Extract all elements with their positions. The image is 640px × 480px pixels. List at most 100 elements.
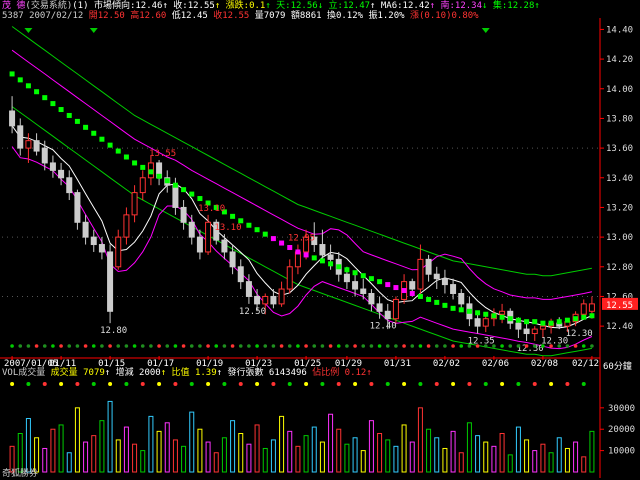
x-tick-label-4: 01/19 [196, 359, 223, 369]
marker-dot-46 [385, 344, 390, 348]
trend-dot-55 [458, 307, 464, 313]
marker-dot-11 [100, 344, 104, 348]
candle-16 [139, 170, 146, 201]
candle-body-70 [580, 303, 587, 315]
volume-bar-34 [287, 430, 293, 473]
volume-signal-dot-34 [287, 382, 292, 386]
marker-dot-17 [149, 344, 153, 348]
trend-dot-23 [197, 196, 203, 202]
candle-body-52 [433, 273, 440, 280]
volume-bar-23 [197, 428, 203, 473]
trend-dot-7 [66, 112, 72, 118]
candle-body-10 [90, 236, 97, 246]
trend-dot-4 [42, 95, 48, 101]
trend-dot-58 [483, 311, 489, 317]
candle-body-26 [221, 239, 228, 253]
volume-bar-69 [573, 441, 579, 473]
candle-34 [286, 259, 293, 294]
volume-bar-5 [50, 428, 56, 473]
trend-dot-3 [34, 89, 40, 95]
price-tick-label-8: 12.80 [606, 263, 633, 273]
candle-14 [123, 207, 130, 245]
trend-dot-19 [164, 178, 170, 184]
trend-dot-45 [377, 279, 383, 285]
volume-signal-dot-62 [516, 382, 521, 386]
candle-body-28 [237, 266, 244, 283]
volume-bar-19 [164, 422, 170, 473]
marker-dot-6 [59, 344, 63, 348]
candle-body-45 [376, 303, 383, 312]
volume-bar-57 [475, 435, 481, 473]
stock-chart[interactable]: 14.40 14.20 14.00 13.80 13.60 13.40 13.20 13.00… [0, 0, 640, 480]
candle-body-8 [74, 192, 81, 223]
candle-body-0 [9, 110, 16, 127]
price-annotation-3: 12.50 [239, 307, 266, 317]
candle-33 [278, 281, 285, 307]
marker-dot-67 [557, 344, 562, 348]
marker-dot-70 [581, 344, 586, 348]
volume-bar-15 [132, 443, 138, 473]
marker-dot-9 [83, 344, 88, 348]
candle-13 [115, 229, 122, 270]
candle-body-38 [319, 244, 326, 256]
marker-dot-42 [353, 344, 357, 348]
volume-signal-dot-40 [336, 382, 341, 386]
trend-dot-34 [287, 245, 293, 251]
price-annotation-4: 13.10 [198, 204, 225, 214]
candle-body-15 [131, 192, 138, 216]
candle-23 [196, 229, 203, 260]
candle-6 [58, 162, 65, 186]
period-label[interactable]: 60分鐘 [603, 359, 632, 372]
volume-bar-8 [74, 407, 80, 473]
volume-bar-68 [564, 447, 570, 473]
trend-dot-21 [181, 187, 187, 193]
marker-dot-59 [492, 344, 496, 348]
marker-dot-34 [287, 344, 292, 348]
marker-dot-33 [279, 344, 284, 348]
volume-bar-25 [213, 452, 219, 473]
trend-dot-15 [132, 160, 138, 166]
trend-dot-49 [409, 290, 415, 296]
volume-bar-50 [417, 407, 423, 473]
x-tick-label-7: 01/29 [335, 359, 362, 369]
marker-dot-60 [500, 344, 504, 348]
volume-bar-4 [42, 447, 48, 473]
trend-dot-6 [58, 107, 64, 113]
marker-dot-47 [394, 344, 398, 348]
candle-body-22 [188, 221, 195, 238]
candle-body-23 [196, 236, 203, 253]
volume-signal-dot-24 [206, 382, 211, 386]
x-tick-label-9: 02/02 [433, 359, 460, 369]
trend-dot-13 [115, 148, 121, 154]
volume-signal-dot-70 [581, 382, 586, 386]
volume-signal-dot-46 [385, 382, 390, 386]
marker-dot-57 [475, 344, 480, 348]
candle-body-47 [392, 298, 399, 320]
price-tick-label-3: 13.80 [606, 114, 633, 124]
trend-dot-48 [401, 288, 407, 294]
volume-bar-18 [156, 430, 162, 473]
marker-dot-4 [42, 344, 47, 348]
volume-bar-28 [238, 433, 244, 473]
trend-dot-65 [540, 320, 546, 326]
x-tick-label-3: 01/17 [147, 359, 174, 369]
trend-dot-54 [450, 305, 456, 311]
volume-bar-59 [491, 445, 497, 473]
marker-dot-24 [206, 344, 210, 348]
candle-body-71 [588, 303, 595, 312]
volume-signal-dot-22 [189, 382, 194, 386]
candle-35 [294, 244, 301, 275]
volume-bar-10 [91, 435, 97, 473]
marker-dot-68 [565, 344, 570, 348]
marker-dot-7 [67, 344, 72, 348]
volume-bar-30 [254, 424, 260, 473]
trend-dot-44 [368, 276, 374, 282]
trend-dot-43 [360, 273, 366, 279]
trend-dot-59 [491, 313, 497, 319]
candle-body-16 [139, 177, 146, 194]
trend-dot-39 [328, 261, 334, 267]
volume-signal-dot-2 [26, 382, 31, 386]
volume-bar-71 [589, 430, 595, 473]
marker-dot-23 [198, 344, 202, 348]
trend-dot-64 [532, 319, 538, 325]
